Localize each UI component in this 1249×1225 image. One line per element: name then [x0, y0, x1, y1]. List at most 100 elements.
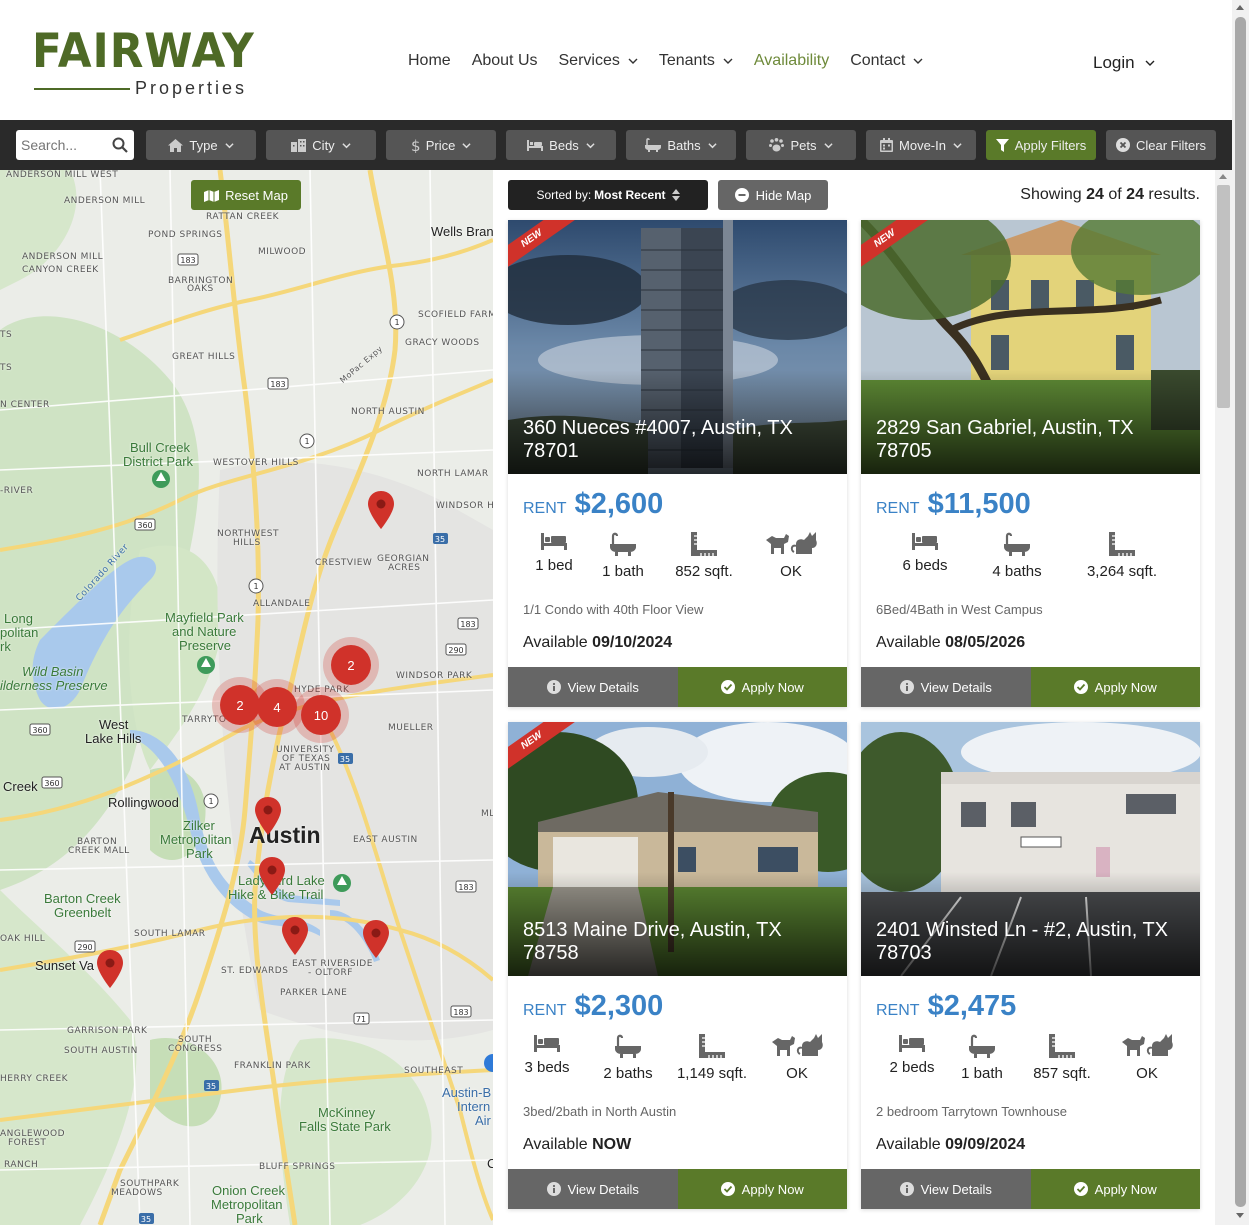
city-icon	[291, 138, 307, 152]
sqft-feature: 857 sqft.	[1017, 1034, 1107, 1082]
apply-now-button[interactable]: Apply Now	[677, 667, 847, 707]
dog-cat-icon	[1122, 1034, 1173, 1056]
property-pin[interactable]	[259, 857, 285, 895]
filter-baths-button[interactable]: Baths	[626, 130, 736, 160]
chevron-down-icon	[953, 142, 962, 148]
map-cluster[interactable]: 2	[331, 645, 371, 685]
route-shield: 1	[389, 314, 405, 330]
bed-icon	[527, 140, 544, 151]
svg-text:183: 183	[458, 883, 473, 892]
property-pin[interactable]	[282, 917, 308, 955]
listing-card[interactable]: NEW 2829 San Gabriel, Austin, TX 78705 R…	[861, 220, 1200, 707]
listing-address[interactable]: 8513 Maine Drive, Austin, TX 78758	[523, 919, 833, 965]
listing-photo[interactable]: 2401 Winsted Ln - #2, Austin, TX 78703	[861, 722, 1200, 976]
listing-description: 1/1 Condo with 40th Floor View	[523, 602, 704, 617]
listing-availability: Available 09/09/2024	[876, 1136, 1026, 1153]
reset-map-button[interactable]: Reset Map	[191, 180, 301, 210]
listing-card[interactable]: NEW 8513 Maine Drive, Austin, TX 78758 R…	[508, 722, 847, 1209]
baths-feature: 1 bath	[578, 532, 668, 580]
svg-text:71: 71	[356, 1015, 366, 1024]
map-icon	[204, 189, 220, 202]
map-cluster[interactable]: 2	[220, 685, 260, 725]
map-view[interactable]: ANDERSON MILL WEST ANDERSON MILL RATTAN …	[0, 170, 493, 1225]
nav-contact[interactable]: Contact	[850, 52, 923, 70]
apply-now-button[interactable]: Apply Now	[677, 1169, 847, 1209]
info-icon	[899, 1182, 914, 1196]
filter-type-button[interactable]: Type	[146, 130, 256, 160]
property-pin[interactable]	[368, 491, 394, 529]
apply-now-button[interactable]: Apply Now	[1030, 1169, 1200, 1209]
filter-city-button[interactable]: City	[266, 130, 376, 160]
scrollbar-thumb[interactable]	[1217, 185, 1230, 408]
nav-services[interactable]: Services	[559, 52, 638, 70]
chevron-down-icon	[586, 142, 595, 148]
nav-availability[interactable]: Availability	[754, 52, 829, 70]
dog-cat-icon	[772, 1034, 823, 1056]
hide-map-button[interactable]: Hide Map	[718, 180, 828, 210]
apply-filters-button[interactable]: Apply Filters	[986, 130, 1096, 160]
clear-filters-button[interactable]: Clear Filters	[1106, 130, 1216, 160]
search-icon[interactable]	[112, 137, 128, 153]
chevron-down-icon	[823, 142, 833, 148]
window-scrollbar[interactable]	[1232, 0, 1249, 1225]
svg-text:1: 1	[253, 582, 258, 591]
listing-card[interactable]: NEW 360 Nueces #4007, Austin, TX 78701 R…	[508, 220, 847, 707]
property-pin[interactable]	[97, 950, 123, 988]
search-box	[16, 130, 134, 160]
home-icon	[168, 138, 184, 152]
view-details-button[interactable]: View Details	[861, 1169, 1031, 1209]
listing-photo[interactable]: NEW 2829 San Gabriel, Austin, TX 78705	[861, 220, 1200, 474]
svg-text:35: 35	[141, 1215, 151, 1224]
pets-feature: OK	[746, 532, 836, 580]
listings-scrollbar[interactable]	[1215, 170, 1232, 1225]
park-marker	[197, 656, 215, 674]
search-input[interactable]	[16, 130, 106, 160]
filter-price-button[interactable]: $ Price	[386, 130, 496, 160]
apply-now-button[interactable]: Apply Now	[1030, 667, 1200, 707]
chevron-down-icon	[1145, 60, 1155, 66]
view-details-button[interactable]: View Details	[861, 667, 1031, 707]
listing-address[interactable]: 360 Nueces #4007, Austin, TX 78701	[523, 417, 833, 463]
listing-photo[interactable]: NEW 360 Nueces #4007, Austin, TX 78701	[508, 220, 847, 474]
svg-text:360: 360	[44, 779, 59, 788]
filter-beds-button[interactable]: Beds	[506, 130, 616, 160]
clear-icon	[1115, 138, 1130, 152]
logo-rule	[34, 88, 130, 90]
view-details-button[interactable]: View Details	[508, 667, 678, 707]
property-pin[interactable]	[255, 797, 281, 835]
bed-icon	[912, 533, 938, 550]
route-shield: 183	[450, 1005, 472, 1018]
listing-card[interactable]: 2401 Winsted Ln - #2, Austin, TX 78703 R…	[861, 722, 1200, 1209]
sort-dropdown[interactable]: Sorted by: Most Recent	[508, 180, 708, 210]
ruler-area-icon	[1109, 532, 1135, 556]
nav-home[interactable]: Home	[408, 52, 451, 70]
svg-text:290: 290	[448, 646, 463, 655]
fairway-logo[interactable]: FAIRWAY Properties	[32, 24, 271, 99]
listing-features: 6 beds 4 baths 3,264 sqft.	[861, 532, 1200, 592]
listing-photo[interactable]: NEW 8513 Maine Drive, Austin, TX 78758	[508, 722, 847, 976]
login-menu[interactable]: Login	[1093, 53, 1155, 73]
main-nav: Home About Us Services Tenants Availabil…	[408, 52, 944, 70]
filter-bar: Type City $ Price Beds Baths Pets Move-I…	[0, 120, 1232, 170]
info-icon	[899, 680, 914, 694]
svg-text:$: $	[411, 138, 420, 153]
nav-about-us[interactable]: About Us	[472, 52, 538, 70]
listing-address[interactable]: 2829 San Gabriel, Austin, TX 78705	[876, 417, 1186, 463]
sqft-feature: 1,149 sqft.	[667, 1034, 757, 1082]
sqft-feature: 3,264 sqft.	[1077, 532, 1167, 580]
listings-panel: Sorted by: Most Recent Hide Map Showing 2…	[493, 170, 1215, 1225]
filter-pets-button[interactable]: Pets	[746, 130, 856, 160]
map-cluster[interactable]: 10	[301, 695, 341, 735]
map-cluster[interactable]: 4	[257, 687, 297, 727]
listing-address[interactable]: 2401 Winsted Ln - #2, Austin, TX 78703	[876, 919, 1186, 965]
route-shield: 71	[353, 1012, 370, 1025]
logo-wordmark: FAIRWAY	[32, 24, 255, 79]
filter-move-in-button[interactable]: Move-In	[866, 130, 976, 160]
view-details-button[interactable]: View Details	[508, 1169, 678, 1209]
property-pin[interactable]	[363, 920, 389, 958]
listing-features: 3 beds 2 baths 1,149 sqft. OK	[508, 1034, 847, 1094]
window-scrollbar-thumb[interactable]	[1235, 17, 1246, 1207]
park-marker	[152, 470, 170, 488]
nav-tenants[interactable]: Tenants	[659, 52, 733, 70]
paw-icon	[769, 138, 785, 152]
